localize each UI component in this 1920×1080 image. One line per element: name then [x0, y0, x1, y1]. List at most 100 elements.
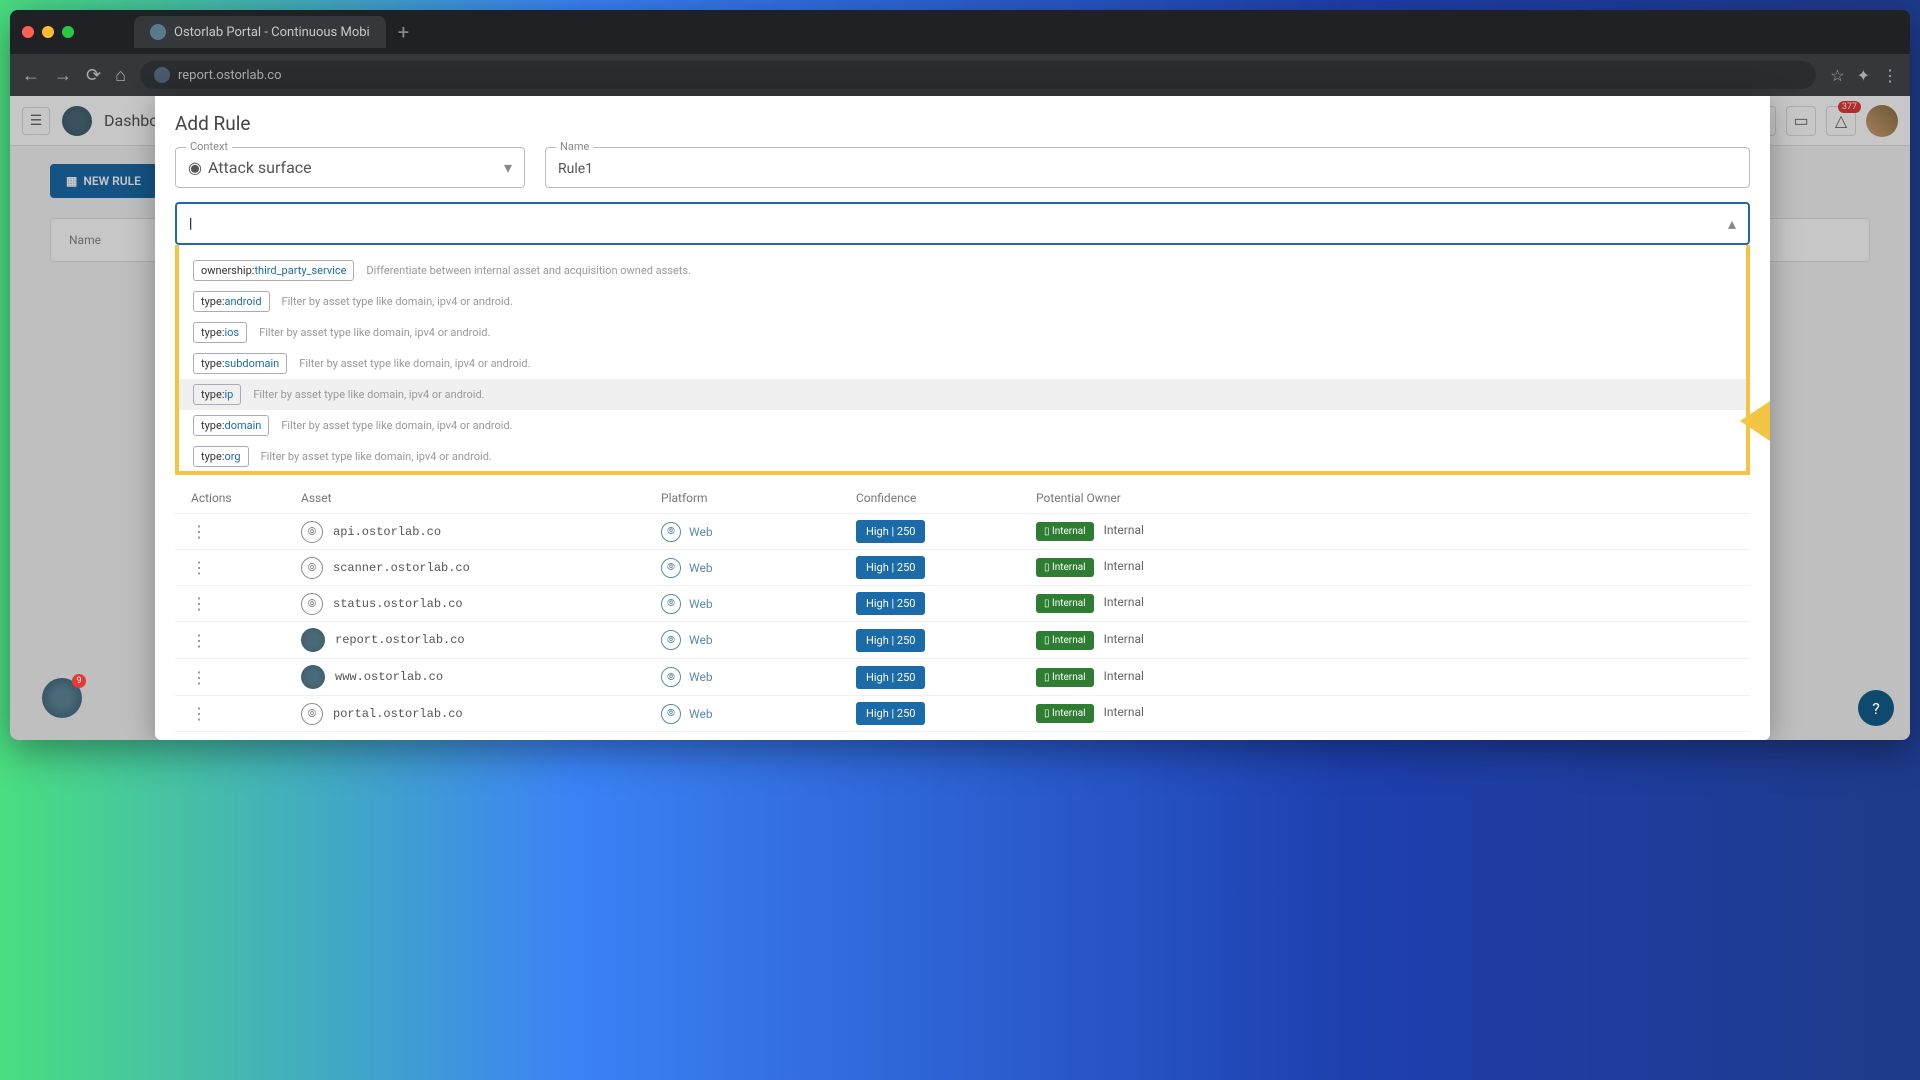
table-row: ⋮ ⦾api.ostorlab.co ⦾Web High | 250 ▯ Int…	[175, 514, 1750, 550]
owner-text: Internal	[1104, 559, 1144, 573]
option-desc: Filter by asset type like domain, ipv4 o…	[253, 388, 484, 401]
table-row: ⋮ report.ostorlab.co ⦾ Web High | 250 ▯ I…	[175, 622, 1750, 659]
table-row: ⋮ ⦾scanner.ostorlab.co ⦾Web High | 250 ▯…	[175, 550, 1750, 586]
platform-label: Web	[689, 707, 713, 721]
confidence-badge: High | 250	[856, 556, 925, 579]
col-platform: Platform	[661, 491, 856, 505]
maximize-icon[interactable]	[62, 26, 74, 38]
option-desc: Filter by asset type like domain, ipv4 o…	[261, 450, 492, 463]
platform-label: Web	[689, 633, 713, 647]
confidence-badge: High | 250	[856, 629, 925, 652]
owner-text: Internal	[1104, 632, 1144, 646]
globe-icon: ⦾	[661, 594, 681, 614]
dropdown-option[interactable]: type:domainFilter by asset type like dom…	[179, 410, 1746, 441]
row-actions-button[interactable]: ⋮	[191, 704, 207, 723]
asset-name: scanner.ostorlab.co	[333, 561, 470, 575]
close-icon[interactable]	[22, 26, 34, 38]
browser-window: Ostorlab Portal - Continuous Mobi + ← → …	[10, 10, 1910, 740]
favicon-icon	[150, 24, 166, 40]
asset-logo-icon	[301, 628, 325, 652]
traffic-lights	[22, 26, 74, 38]
platform-label: Web	[689, 525, 713, 539]
asset-name: api.ostorlab.co	[333, 525, 441, 539]
option-tag: type:android	[193, 291, 270, 312]
forward-icon[interactable]: →	[54, 65, 72, 86]
floating-badge: 9	[72, 674, 86, 688]
globe-icon: ⦾	[661, 630, 681, 650]
filter-dropdown: ownership:third_party_service Differentia…	[175, 245, 1750, 475]
row-actions-button[interactable]: ⋮	[191, 522, 207, 541]
name-field[interactable]: Name	[545, 147, 1750, 188]
globe-icon: ⦾	[661, 522, 681, 542]
option-tag: type:ios	[193, 322, 247, 343]
option-desc: Filter by asset type like domain, ipv4 o…	[281, 419, 512, 432]
minimize-icon[interactable]	[42, 26, 54, 38]
menu-icon[interactable]: ⋮	[1882, 66, 1898, 85]
owner-badge: ▯ Internal	[1036, 558, 1094, 577]
context-value: Attack surface	[208, 158, 312, 177]
asset-name: report.ostorlab.co	[335, 633, 465, 647]
globe-icon: ⦾	[301, 557, 323, 579]
app-content: ☰ Dashboard 👤 m.narhmouche@ostorlab.dev …	[10, 96, 1910, 740]
add-rule-modal: Add Rule Context ◉ Attack surface ▾ Name…	[155, 96, 1770, 740]
chevron-up-icon: ▴	[1728, 214, 1736, 233]
owner-badge: ▯ Internal	[1036, 631, 1094, 650]
back-icon[interactable]: ←	[22, 65, 40, 86]
platform-label: Web	[689, 597, 713, 611]
table-row: ⋮ ⦾portal.ostorlab.co ⦾Web High | 250 ▯ …	[175, 696, 1750, 732]
option-desc: Differentiate between internal asset and…	[366, 264, 691, 277]
lock-icon	[154, 67, 170, 83]
row-actions-button[interactable]: ⋮	[191, 631, 207, 650]
owner-text: Internal	[1104, 705, 1144, 719]
owner-text: Internal	[1104, 523, 1144, 537]
tab-title: Ostorlab Portal - Continuous Mobi	[174, 25, 370, 40]
help-button[interactable]: ?	[1858, 690, 1894, 726]
modal-title: Add Rule	[175, 112, 1750, 135]
row-actions-button[interactable]: ⋮	[191, 594, 207, 613]
filter-input[interactable]	[189, 216, 1728, 232]
table-row: ⋮ ⦾status.ostorlab.co ⦾Web High | 250 ▯ …	[175, 586, 1750, 622]
url-bar: ← → ⟳ ⌂ report.ostorlab.co ☆ ✦ ⋮	[10, 54, 1910, 96]
option-tag: type:subdomain	[193, 353, 287, 374]
new-tab-button[interactable]: +	[398, 20, 409, 44]
owner-badge: ▯ Internal	[1036, 704, 1094, 723]
row-actions-button[interactable]: ⋮	[191, 668, 207, 687]
option-tag: type:org	[193, 446, 249, 467]
globe-icon: ⦾	[661, 558, 681, 578]
asset-name: portal.ostorlab.co	[333, 707, 463, 721]
browser-tab[interactable]: Ostorlab Portal - Continuous Mobi	[134, 16, 386, 48]
dropdown-option[interactable]: type:ip Filter by asset type like domain,…	[179, 379, 1746, 410]
confidence-badge: High | 250	[856, 520, 925, 543]
reload-icon[interactable]: ⟳	[86, 65, 101, 86]
filter-combobox[interactable]: ▴	[175, 202, 1750, 245]
fingerprint-icon: ◉	[188, 158, 202, 177]
option-tag: ownership:third_party_service	[193, 260, 354, 281]
option-tag: type:ip	[193, 384, 241, 405]
dropdown-option[interactable]: type:iosFilter by asset type like domain…	[179, 317, 1746, 348]
name-label: Name	[556, 140, 593, 153]
url-text: report.ostorlab.co	[178, 68, 282, 83]
chevron-down-icon: ▾	[504, 158, 512, 177]
dropdown-option[interactable]: ownership:third_party_service Differentia…	[179, 255, 1746, 286]
url-input[interactable]: report.ostorlab.co	[140, 61, 1816, 89]
titlebar: Ostorlab Portal - Continuous Mobi +	[10, 10, 1910, 54]
context-select[interactable]: Context ◉ Attack surface ▾	[175, 147, 525, 188]
dropdown-option[interactable]: type:org Filter by asset type like domain…	[179, 441, 1746, 472]
owner-badge: ▯ Internal	[1036, 522, 1094, 541]
owner-text: Internal	[1104, 595, 1144, 609]
dropdown-option[interactable]: type:androidFilter by asset type like do…	[179, 286, 1746, 317]
row-actions-button[interactable]: ⋮	[191, 558, 207, 577]
confidence-badge: High | 250	[856, 666, 925, 689]
floating-logo[interactable]: 9	[42, 678, 82, 718]
col-confidence: Confidence	[856, 491, 1036, 505]
extensions-icon[interactable]: ✦	[1857, 66, 1870, 85]
globe-icon: ⦾	[301, 593, 323, 615]
name-input[interactable]	[558, 161, 1737, 177]
asset-name: status.ostorlab.co	[333, 597, 463, 611]
owner-text: Internal	[1104, 669, 1144, 683]
dropdown-option[interactable]: type:subdomain Filter by asset type like …	[179, 348, 1746, 379]
option-desc: Filter by asset type like domain, ipv4 o…	[299, 357, 530, 370]
confidence-badge: High | 250	[856, 702, 925, 725]
bookmark-icon[interactable]: ☆	[1830, 66, 1844, 85]
home-icon[interactable]: ⌂	[115, 65, 126, 86]
